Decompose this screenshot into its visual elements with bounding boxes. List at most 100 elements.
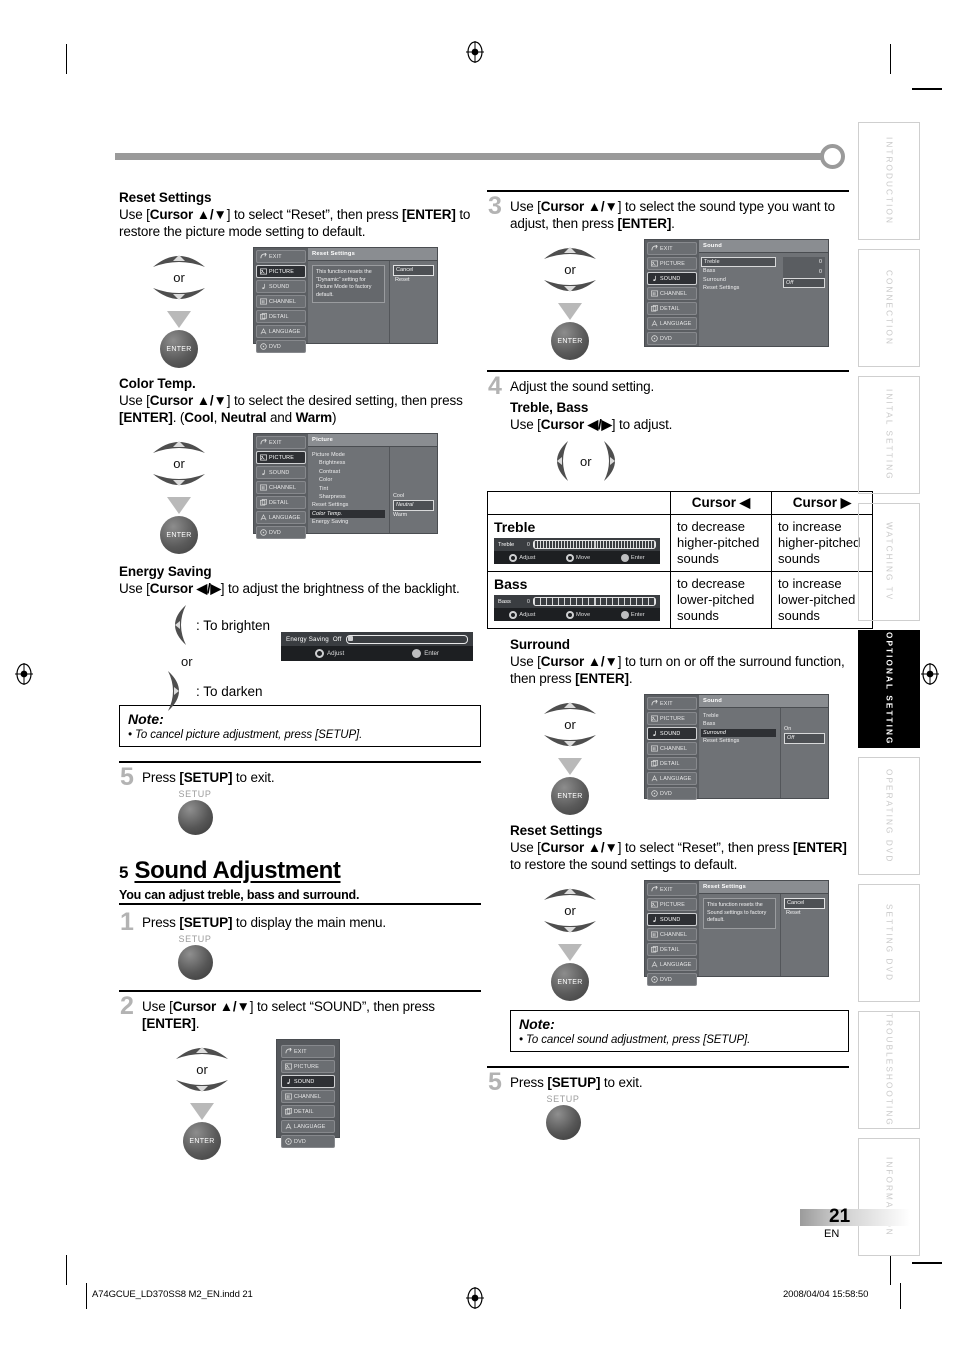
osd-item-exit[interactable]: EXIT [281, 1045, 335, 1058]
enter-key-icon[interactable]: ENTER [160, 330, 198, 368]
osd-item-picture[interactable]: PICTURE [256, 451, 306, 464]
osd-item-channel[interactable]: CHANNEL [256, 295, 306, 308]
osd-value-bass[interactable]: 0 [783, 267, 825, 278]
osd-item-picture[interactable]: PICTURE [647, 898, 697, 911]
osd-item-detail[interactable]: DETAIL [647, 302, 697, 315]
osd-item-dvd[interactable]: DVD [256, 526, 306, 539]
setup-key-icon[interactable] [177, 945, 213, 980]
index-tab-operating-dvd[interactable]: OPERATING DVD [858, 757, 920, 875]
osd-reset-button[interactable]: Reset [393, 276, 434, 285]
index-tab-introduction[interactable]: INTRODUCTION [858, 122, 920, 240]
enter-key-icon[interactable]: ENTER [551, 777, 589, 815]
osd-row-surround[interactable]: Surround [703, 276, 776, 284]
osd-row[interactable]: Sharpness [312, 493, 385, 501]
tbbar-slider[interactable] [532, 597, 656, 606]
osd-item-detail[interactable]: DETAIL [647, 943, 697, 956]
osd-item-picture[interactable]: PICTURE [256, 265, 306, 278]
index-tab-information[interactable]: INFORMATION [858, 1138, 920, 1256]
osd-item-dvd[interactable]: DVD [256, 340, 306, 353]
cursor-down-key-icon[interactable] [151, 472, 207, 494]
osd-item-dvd[interactable]: DVD [281, 1135, 335, 1148]
osd-value-off[interactable]: Off [784, 733, 825, 744]
esbar-knob[interactable] [347, 635, 353, 641]
osd-item-sound[interactable]: SOUND [647, 727, 697, 740]
osd-item-picture[interactable]: PICTURE [647, 257, 697, 270]
osd-row-treble[interactable]: Treble [703, 712, 776, 720]
osd-row-bass[interactable]: Bass [703, 267, 776, 275]
osd-item-detail[interactable]: DETAIL [256, 310, 306, 323]
osd-item-picture[interactable]: PICTURE [281, 1060, 335, 1073]
enter-key-icon[interactable]: ENTER [183, 1122, 221, 1160]
cursor-down-key-icon[interactable] [151, 286, 207, 308]
esbar-slider[interactable] [345, 634, 468, 644]
osd-item-channel[interactable]: CHANNEL [647, 287, 697, 300]
osd-item-detail[interactable]: DETAIL [647, 757, 697, 770]
osd-row[interactable]: Color [312, 476, 385, 484]
setup-key-icon[interactable] [545, 1105, 581, 1140]
osd-item-dvd[interactable]: DVD [647, 332, 697, 345]
osd-item-language[interactable]: LANGUAGE [647, 317, 697, 330]
index-tab-connection[interactable]: CONNECTION [858, 249, 920, 367]
osd-item-channel[interactable]: CHANNEL [647, 928, 697, 941]
osd-row-selected[interactable]: Color Temp. [310, 509, 385, 519]
index-tab-watching-tv[interactable]: WATCHING TV [858, 503, 920, 621]
osd-item-channel[interactable]: CHANNEL [281, 1090, 335, 1103]
osd-item-exit[interactable]: EXIT [647, 242, 697, 255]
osd-item-detail[interactable]: DETAIL [281, 1105, 335, 1118]
osd-row[interactable]: Contrast [312, 468, 385, 476]
osd-row-reset[interactable]: Reset Settings [703, 284, 776, 292]
cursor-up-key-icon[interactable] [542, 239, 598, 261]
osd-row-surround-selected[interactable]: Surround [701, 728, 776, 738]
cursor-right-key-icon[interactable] [166, 669, 188, 713]
index-tab-setting-dvd[interactable]: SETTING DVD [858, 884, 920, 1002]
cursor-right-key-icon[interactable] [602, 439, 624, 483]
osd-item-sound[interactable]: SOUND [281, 1075, 335, 1088]
tbbar-slider[interactable] [532, 540, 656, 549]
osd-item-language[interactable]: LANGUAGE [256, 325, 306, 338]
osd-item-sound[interactable]: SOUND [256, 466, 306, 479]
enter-key-icon[interactable]: ENTER [160, 516, 198, 554]
osd-item-sound[interactable]: SOUND [647, 272, 697, 285]
cursor-left-key-icon[interactable] [548, 439, 570, 483]
osd-item-detail[interactable]: DETAIL [256, 496, 306, 509]
osd-item-channel[interactable]: CHANNEL [647, 742, 697, 755]
cursor-up-key-icon[interactable] [151, 247, 207, 269]
cursor-up-key-icon[interactable] [542, 694, 598, 716]
index-tab-troubleshooting[interactable]: TROUBLESHOOTING [858, 1011, 920, 1129]
osd-item-language[interactable]: LANGUAGE [256, 511, 306, 524]
osd-item-picture[interactable]: PICTURE [647, 712, 697, 725]
osd-value-neutral[interactable]: Neutral [393, 500, 434, 511]
osd-value-cool[interactable]: Cool [393, 492, 434, 500]
osd-value-on[interactable]: On [784, 725, 825, 733]
osd-row[interactable]: Tint [312, 485, 385, 493]
osd-row-reset[interactable]: Reset Settings [703, 737, 776, 745]
osd-row[interactable]: Reset Settings [312, 501, 385, 509]
cursor-down-key-icon[interactable] [542, 919, 598, 941]
index-tab-inital-setting[interactable]: INITAL SETTING [858, 376, 920, 494]
osd-cancel-button[interactable]: Cancel [784, 898, 825, 909]
osd-item-exit[interactable]: EXIT [647, 883, 697, 896]
setup-key-icon[interactable] [177, 800, 213, 835]
enter-key-icon[interactable]: ENTER [551, 963, 589, 1001]
index-tab-optional-setting[interactable]: OPTIONAL SETTING [858, 630, 920, 748]
cursor-up-key-icon[interactable] [542, 880, 598, 902]
osd-item-exit[interactable]: EXIT [256, 250, 306, 263]
osd-row[interactable]: Picture Mode [312, 451, 385, 459]
osd-item-sound[interactable]: SOUND [256, 280, 306, 293]
osd-row[interactable]: Brightness [312, 459, 385, 467]
osd-item-sound[interactable]: SOUND [647, 913, 697, 926]
cursor-up-key-icon[interactable] [174, 1039, 230, 1061]
osd-value-treble[interactable]: 0 [783, 257, 825, 268]
osd-row-treble[interactable]: Treble [701, 257, 776, 268]
osd-item-language[interactable]: LANGUAGE [281, 1120, 335, 1133]
osd-item-language[interactable]: LANGUAGE [647, 772, 697, 785]
cursor-up-key-icon[interactable] [151, 433, 207, 455]
osd-cancel-button[interactable]: Cancel [393, 265, 434, 276]
osd-item-channel[interactable]: CHANNEL [256, 481, 306, 494]
cursor-down-key-icon[interactable] [174, 1078, 230, 1100]
enter-key-icon[interactable]: ENTER [551, 322, 589, 360]
osd-item-dvd[interactable]: DVD [647, 787, 697, 800]
osd-value-warm[interactable]: Warm [393, 511, 434, 519]
osd-item-dvd[interactable]: DVD [647, 973, 697, 986]
osd-item-exit[interactable]: EXIT [647, 697, 697, 710]
